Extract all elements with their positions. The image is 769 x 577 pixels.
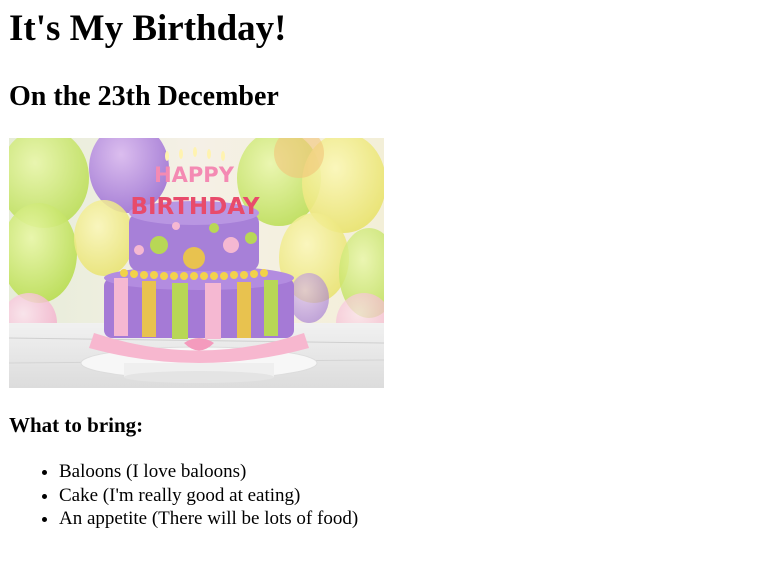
list-item: Baloons (I love baloons) xyxy=(59,460,358,484)
bring-list: Baloons (I love baloons) Cake (I'm reall… xyxy=(9,460,358,531)
list-item: Cake (I'm really good at eating) xyxy=(59,484,358,508)
candle-text-happy: HAPPY xyxy=(154,163,235,187)
birthday-cake-image: HAPPY BIRTHDAY xyxy=(9,138,384,388)
list-item: An appetite (There will be lots of food) xyxy=(59,507,358,531)
page-title: It's My Birthday! xyxy=(9,8,287,49)
candle-text-birthday: BIRTHDAY xyxy=(130,194,259,220)
bring-list-heading: What to bring: xyxy=(9,413,144,437)
event-date-heading: On the 23th December xyxy=(9,81,279,112)
